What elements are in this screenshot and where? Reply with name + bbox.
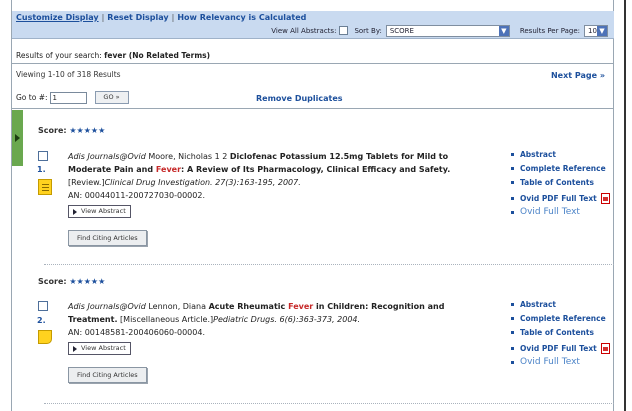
view-all-abstracts-label: View All Abstracts: (271, 26, 337, 35)
result-accession: AN: 00044011-200727030-00002. (68, 191, 205, 200)
sort-by-select[interactable]: SCORE ▼ (385, 24, 510, 37)
complete-reference-link[interactable]: Complete Reference (511, 314, 606, 323)
remove-duplicates-link[interactable]: Remove Duplicates (256, 94, 343, 103)
divider (44, 403, 614, 404)
pdf-full-text-link[interactable]: Ovid PDF Full Text (511, 343, 610, 354)
score-stars: ★★★★★ (69, 126, 106, 135)
toolbar-links: Customize Display | Reset Display | How Rele… (16, 13, 307, 22)
result-number: 2. (37, 316, 46, 325)
goto-label: Go to #: (16, 93, 48, 102)
chevron-right-icon (15, 134, 20, 142)
goto-input[interactable]: 1 (49, 91, 87, 104)
result-authors: Moore, Nicholas 1 2 (148, 152, 228, 161)
find-citing-articles-button[interactable]: Find Citing Articles (68, 367, 147, 383)
relevancy-info-link[interactable]: How Relevancy is Calculated (177, 13, 306, 22)
score-stars: ★★★★★ (69, 277, 106, 286)
result-source[interactable]: Adis Journals@Ovid (68, 152, 146, 161)
pdf-icon[interactable] (600, 193, 610, 204)
complete-reference-link[interactable]: Complete Reference (511, 164, 606, 173)
table-of-contents-link[interactable]: Table of Contents (511, 328, 594, 337)
go-button[interactable]: GO » (94, 91, 129, 104)
view-abstract-button[interactable]: View Abstract (68, 205, 131, 218)
toolbar-controls: View All Abstracts: Sort By: SCORE ▼ Res… (271, 24, 608, 37)
sidebar-toggle[interactable] (12, 110, 23, 166)
search-query: fever (No Related Terms) (104, 51, 211, 60)
result-citation: Adis Journals@Ovid Lennon, Diana Acute R… (68, 300, 478, 339)
full-text-link[interactable]: Ovid Full Text (511, 357, 580, 367)
result-checkbox[interactable] (38, 301, 48, 311)
score: Score: ★★★★★ (38, 277, 106, 286)
goto-control: Go to #: 1 GO » (16, 91, 129, 104)
result-accession: AN: 00148581-200406060-00004. (68, 328, 205, 337)
result-journal: Pediatric Drugs. 6(6):363-373, 2004. (213, 315, 361, 324)
divider (12, 108, 614, 109)
result-source[interactable]: Adis Journals@Ovid (68, 302, 146, 311)
search-summary: Results of your search: fever (No Relate… (12, 50, 614, 64)
result-journal: Clinical Drug Investigation. 27(3):163-1… (104, 178, 301, 187)
view-abstract-button[interactable]: View Abstract (68, 342, 131, 355)
result-type: [Miscellaneous Article.] (120, 315, 214, 324)
abstract-link[interactable]: Abstract (511, 300, 556, 309)
sort-by-label: Sort By: (354, 26, 382, 35)
note-icon[interactable] (38, 330, 52, 344)
results-per-page-label: Results Per Page: (519, 26, 580, 35)
results-per-page-value: 10 (588, 26, 597, 35)
document-icon[interactable] (38, 179, 52, 195)
result-number: 1. (37, 165, 46, 174)
chevron-down-icon[interactable]: ▼ (597, 25, 607, 36)
chevron-down-icon[interactable]: ▼ (498, 25, 509, 36)
result-type: [Review.] (68, 178, 105, 187)
reset-display-link[interactable]: Reset Display (107, 13, 168, 22)
pdf-full-text-link[interactable]: Ovid PDF Full Text (511, 193, 610, 204)
triangle-right-icon (73, 345, 77, 352)
search-summary-prefix: Results of your search: (16, 51, 102, 60)
find-citing-articles-button[interactable]: Find Citing Articles (68, 230, 147, 246)
display-toolbar: Customize Display | Reset Display | How Rele… (12, 11, 614, 39)
result-checkbox[interactable] (38, 151, 48, 161)
window-edge (624, 0, 626, 411)
results-panel: Customize Display | Reset Display | How Rele… (11, 0, 614, 411)
customize-display-link[interactable]: Customize Display (16, 13, 99, 22)
results-per-page-select[interactable]: 10 ▼ (584, 24, 608, 37)
full-text-link[interactable]: Ovid Full Text (511, 207, 580, 217)
pdf-icon[interactable] (600, 343, 610, 354)
score: Score: ★★★★★ (38, 126, 106, 135)
abstract-link[interactable]: Abstract (511, 150, 556, 159)
sort-by-value: SCORE (389, 26, 414, 35)
result-authors: Lennon, Diana (148, 302, 207, 311)
results-count: Viewing 1-10 of 318 Results (16, 70, 121, 79)
table-of-contents-link[interactable]: Table of Contents (511, 178, 594, 187)
result-citation: Adis Journals@Ovid Moore, Nicholas 1 2 D… (68, 150, 478, 202)
triangle-right-icon (73, 208, 77, 215)
view-all-abstracts-checkbox[interactable] (339, 26, 349, 35)
next-page-link[interactable]: Next Page » (551, 71, 605, 80)
divider (44, 264, 614, 265)
